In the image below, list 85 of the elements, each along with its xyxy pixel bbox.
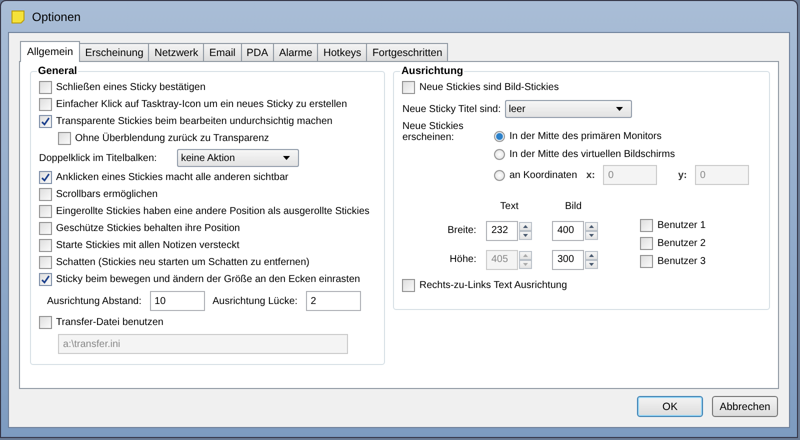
input-field[interactable]: 10 (150, 291, 205, 311)
field-label: y: (678, 170, 687, 180)
radio-label[interactable]: an Koordinaten (509, 170, 578, 180)
checkbox-label[interactable]: Benutzer 1 (657, 220, 706, 231)
caret-icon (616, 107, 623, 111)
number-field[interactable]: 300 (552, 250, 584, 270)
checkbox-label[interactable]: Ohne Überblendung zurück zu Transparenz (75, 133, 270, 144)
checkbox[interactable] (39, 205, 52, 218)
checkbox-label[interactable]: Transfer-Datei benutzen (56, 317, 164, 328)
dropdown[interactable]: keine Aktion (177, 149, 299, 167)
checkbox-label[interactable]: Anklicken eines Stickies macht alle anderen sichtbar (56, 172, 288, 183)
checkbox[interactable] (39, 222, 52, 235)
ok-button[interactable]: OK (637, 396, 703, 417)
sticky-note-icon (10, 8, 26, 24)
checkbox[interactable] (640, 219, 654, 232)
checkbox[interactable] (640, 255, 654, 268)
up-arrow-icon (523, 254, 528, 257)
field-label: Ausrichtung Lücke: (212, 296, 298, 306)
checkbox-label[interactable]: Neue Stickies sind Bild-Stickies (419, 82, 559, 93)
column-header: Text (499, 201, 520, 212)
field-label: Breite: (446, 225, 476, 236)
down-arrow-icon (523, 262, 528, 266)
checkbox[interactable] (58, 132, 71, 145)
checkbox-label[interactable]: Benutzer 3 (657, 256, 706, 267)
field-label: Doppelklick im Titelbalken: (39, 152, 158, 164)
checkbox[interactable] (39, 239, 52, 252)
window-title: Optionen (32, 10, 81, 24)
group-title: Ausrichtung (400, 65, 464, 77)
checkbox[interactable] (39, 115, 52, 128)
checkbox-label[interactable]: Transparente Stickies beim bearbeiten undurchsichtig machen (56, 116, 332, 127)
field-label: Ausrichtung Abstand: (47, 296, 142, 306)
tab[interactable]: Fortgeschritten (366, 43, 448, 61)
checkbox-label[interactable]: Eingerollte Stickies haben eine andere Position als ausgerollte Stickies (56, 206, 370, 217)
checkbox[interactable] (402, 279, 416, 292)
group-title: General (37, 65, 78, 77)
tab[interactable]: Hotkeys (317, 43, 368, 61)
checkbox[interactable] (39, 316, 52, 329)
tab[interactable]: Email (203, 43, 242, 61)
spin-up-button[interactable] (585, 250, 598, 260)
spin-up-button[interactable] (519, 222, 532, 231)
field-label: Neue Sticky Titel sind: (402, 104, 501, 114)
tab[interactable]: Alarme (273, 43, 318, 61)
checkbox[interactable] (39, 188, 52, 201)
checkbox[interactable] (39, 171, 52, 184)
checkbox-label[interactable]: Benutzer 2 (657, 238, 706, 249)
number-field[interactable]: 232 (486, 220, 518, 241)
checkbox[interactable] (39, 98, 52, 111)
radio-label[interactable]: In der Mitte des primären Monitors (509, 130, 662, 142)
checkbox-label[interactable]: Rechts-zu-Links Text Ausrichtung (419, 280, 568, 291)
up-arrow-icon (523, 224, 528, 228)
checkbox-label[interactable]: Geschütze Stickies behalten ihre Position (56, 223, 240, 234)
tab[interactable]: Erscheinung (79, 43, 150, 61)
checkbox[interactable] (402, 81, 416, 94)
checkbox-label[interactable]: Schatten (Stickies neu starten um Schatten zu entfernen) (56, 257, 310, 268)
field-label: x: (586, 170, 596, 180)
radio-button[interactable] (494, 130, 506, 142)
checkbox-label[interactable]: Scrollbars ermöglichen (56, 189, 158, 200)
up-arrow-icon (589, 254, 594, 257)
radio-button[interactable] (494, 148, 506, 160)
down-arrow-icon (589, 234, 594, 237)
number-field[interactable]: 400 (552, 220, 584, 241)
checkbox-label[interactable]: Starte Stickies mit allen Notizen versteckt (56, 240, 240, 251)
caret-icon (283, 156, 290, 160)
checkbox[interactable] (39, 81, 52, 94)
checkbox[interactable] (640, 237, 654, 250)
radio-label[interactable]: In der Mitte des virtuellen Bildschirms (509, 148, 675, 160)
down-arrow-icon (589, 262, 594, 266)
checkbox-label[interactable]: Schließen eines Sticky bestätigen (56, 82, 206, 93)
radio-button[interactable] (494, 170, 506, 180)
checkbox[interactable] (39, 256, 52, 269)
up-arrow-icon (589, 224, 594, 228)
dropdown[interactable]: leer (504, 100, 632, 118)
cancel-button[interactable]: Abbrechen (712, 396, 778, 417)
checkbox[interactable] (39, 273, 52, 286)
field-label: Höhe: (448, 254, 476, 266)
tab[interactable]: PDA (240, 43, 274, 61)
input-field[interactable]: 2 (306, 291, 361, 311)
checkbox-label[interactable]: Sticky beim bewegen und ändern der Größe an den Ecken einrasten (56, 274, 360, 285)
tab[interactable]: Netzwerk (148, 43, 204, 61)
checkbox-label[interactable]: Einfacher Klick auf Tasktray-Icon um ein neues Sticky zu erstellen (56, 99, 348, 110)
column-header: Bild (564, 201, 583, 212)
spin-up-button[interactable] (585, 222, 598, 231)
tab[interactable]: Allgemein (20, 41, 80, 62)
down-arrow-icon (523, 234, 528, 237)
field-label: Neue Stickies erscheinen: (402, 121, 464, 145)
